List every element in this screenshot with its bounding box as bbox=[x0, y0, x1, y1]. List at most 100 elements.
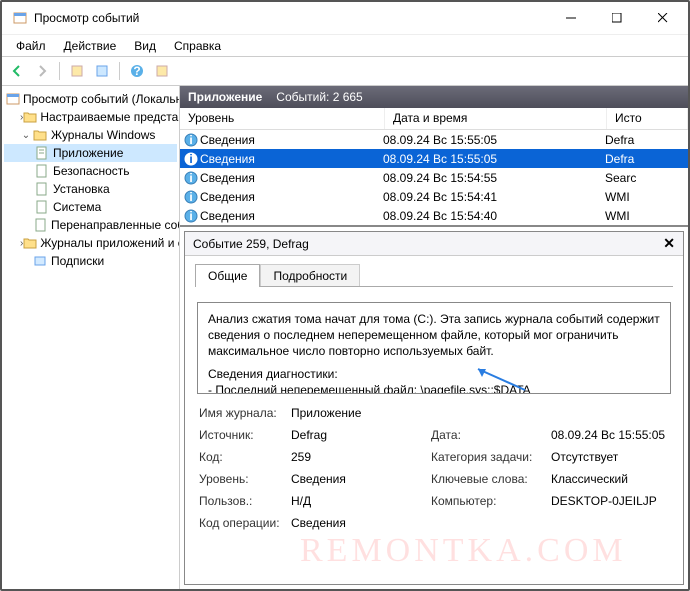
svg-text:i: i bbox=[189, 190, 192, 204]
msg-line: - Последний неперемещенный файл: \pagefi… bbox=[208, 382, 660, 394]
tree-label: Безопасность bbox=[53, 164, 130, 178]
log-icon bbox=[34, 145, 50, 161]
menu-view[interactable]: Вид bbox=[126, 37, 164, 55]
tree-label: Установка bbox=[53, 182, 110, 196]
row-source: Defra bbox=[605, 133, 688, 147]
event-list[interactable]: Уровень Дата и время Исто iСведения08.09… bbox=[180, 108, 688, 227]
panel-title: Приложение bbox=[188, 90, 262, 104]
row-level: Сведения bbox=[198, 171, 383, 185]
col-source[interactable]: Исто bbox=[607, 108, 688, 129]
opcode-label: Код операции: bbox=[199, 516, 291, 530]
tree-label: Перенаправленные соб bbox=[51, 218, 180, 232]
row-level: Сведения bbox=[198, 190, 383, 204]
tree-system[interactable]: Система bbox=[4, 198, 177, 216]
collapse-icon[interactable]: ⌄ bbox=[20, 130, 32, 141]
tree-setup[interactable]: Установка bbox=[4, 180, 177, 198]
category-value: Отсутствует bbox=[551, 450, 684, 464]
tree-label: Журналы Windows bbox=[51, 128, 155, 142]
folder-open-icon bbox=[32, 127, 48, 143]
tab-general[interactable]: Общие bbox=[195, 264, 260, 287]
event-row[interactable]: iСведения08.09.24 Bc 15:54:41WMI bbox=[180, 187, 688, 206]
minimize-button[interactable] bbox=[548, 2, 594, 34]
log-icon bbox=[34, 181, 50, 197]
properties-button[interactable] bbox=[66, 60, 88, 82]
row-date: 08.09.24 Bc 15:54:55 bbox=[383, 171, 605, 185]
user-value: Н/Д bbox=[291, 494, 431, 508]
menu-file[interactable]: Файл bbox=[8, 37, 54, 55]
svg-text:i: i bbox=[189, 209, 192, 223]
log-icon bbox=[34, 163, 50, 179]
tree-forwarded[interactable]: Перенаправленные соб bbox=[4, 216, 177, 234]
tree-subscriptions[interactable]: Подписки bbox=[4, 252, 177, 270]
tab-details[interactable]: Подробности bbox=[260, 264, 360, 287]
tree-windows-logs[interactable]: ⌄ Журналы Windows bbox=[4, 126, 177, 144]
log-icon bbox=[34, 199, 50, 215]
tree-label: Настраиваемые представле bbox=[40, 110, 180, 124]
tree-label: Приложение bbox=[53, 146, 123, 160]
user-label: Пользов.: bbox=[199, 494, 291, 508]
app-icon bbox=[12, 10, 28, 26]
help-button[interactable]: ? bbox=[126, 60, 148, 82]
detail-title: Событие 259, Defrag bbox=[193, 237, 309, 251]
svg-text:i: i bbox=[189, 171, 192, 185]
close-button[interactable] bbox=[640, 2, 686, 34]
event-message[interactable]: Анализ сжатия тома начат для тома (C:). … bbox=[197, 302, 671, 394]
menu-action[interactable]: Действие bbox=[56, 37, 125, 55]
svg-text:i: i bbox=[189, 133, 192, 147]
event-row[interactable]: iСведения08.09.24 Bc 15:54:40WMI bbox=[180, 206, 688, 225]
log-name-label: Имя журнала: bbox=[199, 406, 291, 420]
info-icon: i bbox=[180, 209, 198, 223]
titlebar: Просмотр событий bbox=[2, 2, 688, 34]
log-icon bbox=[34, 217, 48, 233]
row-date: 08.09.24 Bc 15:54:41 bbox=[383, 190, 605, 204]
detail-close-button[interactable]: ✕ bbox=[663, 235, 675, 252]
source-value: Defrag bbox=[291, 428, 431, 442]
menu-help[interactable]: Справка bbox=[166, 37, 229, 55]
filter-button[interactable] bbox=[91, 60, 113, 82]
folder-icon bbox=[23, 235, 37, 251]
list-header[interactable]: Уровень Дата и время Исто bbox=[180, 108, 688, 130]
level-value: Сведения bbox=[291, 472, 431, 486]
svg-text:i: i bbox=[189, 152, 192, 166]
tree-pane[interactable]: Просмотр событий (Локальн › Настраиваемы… bbox=[2, 86, 180, 589]
back-button[interactable] bbox=[6, 60, 28, 82]
info-icon: i bbox=[180, 152, 198, 166]
tree-security[interactable]: Безопасность bbox=[4, 162, 177, 180]
tree-application[interactable]: Приложение bbox=[4, 144, 177, 162]
row-level: Сведения bbox=[198, 209, 383, 223]
event-viewer-window: Просмотр событий Файл Действие Вид Справ… bbox=[0, 0, 690, 591]
tree-label: Журналы приложений и сл bbox=[40, 236, 180, 250]
computer-label: Компьютер: bbox=[431, 494, 551, 508]
menubar: Файл Действие Вид Справка bbox=[2, 34, 688, 56]
category-label: Категория задачи: bbox=[431, 450, 551, 464]
tree-app-services[interactable]: › Журналы приложений и сл bbox=[4, 234, 177, 252]
maximize-button[interactable] bbox=[594, 2, 640, 34]
row-date: 08.09.24 Bc 15:55:05 bbox=[383, 133, 605, 147]
info-icon: i bbox=[180, 190, 198, 204]
tree-label: Система bbox=[53, 200, 101, 214]
refresh-button[interactable] bbox=[151, 60, 173, 82]
event-id-label: Код: bbox=[199, 450, 291, 464]
keywords-value: Классический bbox=[551, 472, 684, 486]
source-label: Источник: bbox=[199, 428, 291, 442]
event-row[interactable]: iСведения08.09.24 Bc 15:55:05Defra bbox=[180, 149, 688, 168]
date-value: 08.09.24 Bc 15:55:05 bbox=[551, 428, 684, 442]
event-id-value: 259 bbox=[291, 450, 431, 464]
col-date[interactable]: Дата и время bbox=[385, 108, 607, 129]
eventvwr-icon bbox=[6, 91, 20, 107]
row-date: 08.09.24 Bc 15:55:05 bbox=[383, 152, 605, 166]
forward-button[interactable] bbox=[31, 60, 53, 82]
tree-root[interactable]: Просмотр событий (Локальн bbox=[4, 90, 177, 108]
info-icon: i bbox=[180, 133, 198, 147]
col-level[interactable]: Уровень bbox=[180, 108, 385, 129]
msg-line: Сведения диагностики: bbox=[208, 366, 660, 382]
log-name-value: Приложение bbox=[291, 406, 431, 420]
event-row[interactable]: iСведения08.09.24 Bc 15:54:55Searc bbox=[180, 168, 688, 187]
level-label: Уровень: bbox=[199, 472, 291, 486]
event-row[interactable]: iСведения08.09.24 Bc 15:55:05Defra bbox=[180, 130, 688, 149]
tree-root-label: Просмотр событий (Локальн bbox=[23, 92, 180, 106]
event-detail-pane: Событие 259, Defrag ✕ Общие Подробности … bbox=[184, 231, 684, 585]
row-source: Defra bbox=[605, 152, 688, 166]
tree-custom-views[interactable]: › Настраиваемые представле bbox=[4, 108, 177, 126]
panel-count: Событий: 2 665 bbox=[276, 90, 362, 104]
